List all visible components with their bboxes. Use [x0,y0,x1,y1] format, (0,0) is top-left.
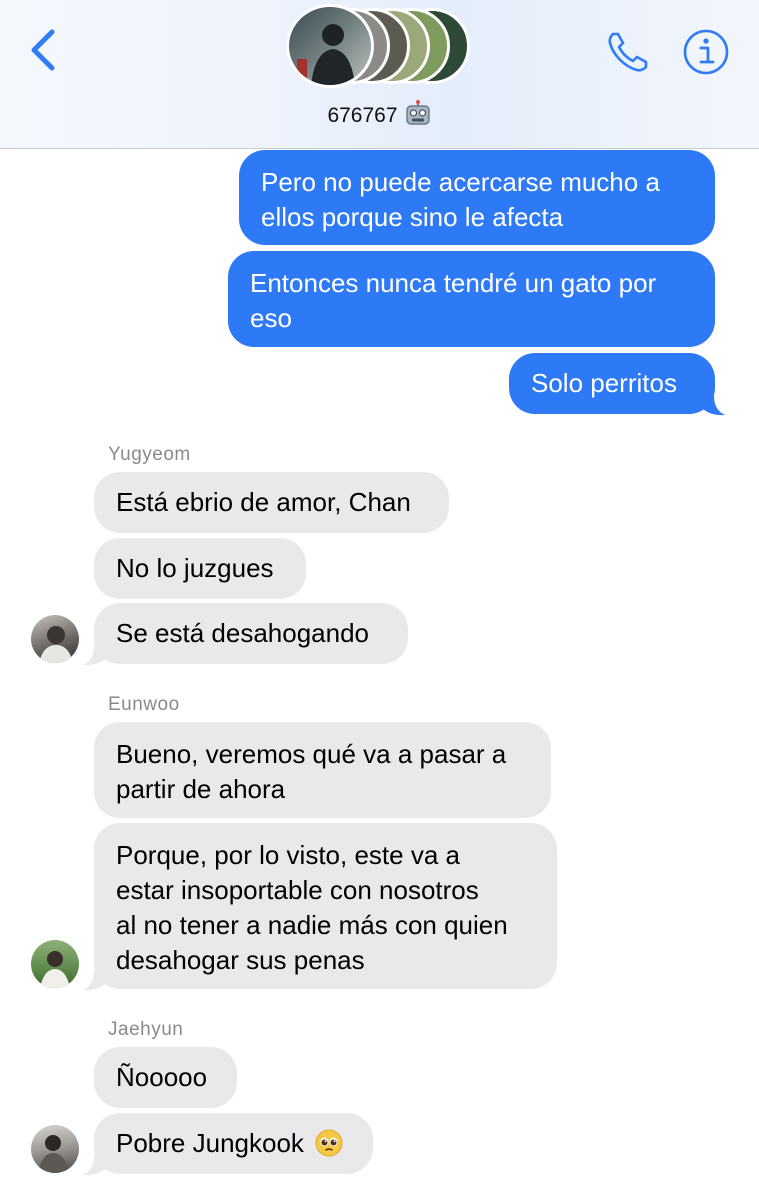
person-photo-icon [40,951,70,988]
avatar[interactable] [31,615,79,663]
avatar [286,4,374,88]
conversation-header: 676767 [0,0,759,149]
outgoing-message[interactable]: Entonces nunca tendré un gato por eso [228,251,715,347]
outgoing-message[interactable]: Pero no puede acercarse mucho a ellos po… [239,150,715,245]
incoming-message[interactable]: Porque, por lo visto, este va a estar in… [94,823,557,989]
outgoing-message[interactable]: Solo perritos [509,353,715,414]
bubble-tail [83,646,106,666]
person-photo-icon [39,626,73,663]
avatar[interactable] [31,1125,79,1173]
phone-icon[interactable] [604,28,652,76]
bubble-tail [83,1156,106,1176]
sender-name: Eunwoo [108,694,180,715]
info-icon[interactable] [682,28,730,76]
sender-name: Jaehyun [108,1019,184,1040]
incoming-message[interactable]: Bueno, veremos qué va a pasar a partir d… [94,722,551,818]
pleading-face-icon [315,1129,343,1157]
incoming-message[interactable]: Pobre Jungkook [94,1113,373,1174]
bubble-tail [83,971,106,991]
sender-name: Yugyeom [108,444,191,465]
incoming-message[interactable]: Ñooooo [94,1047,237,1108]
group-avatar-stack[interactable] [286,4,476,90]
bubble-tail [702,396,725,416]
incoming-message[interactable]: Se está desahogando [94,603,408,664]
conversation-title[interactable]: 676767 [0,100,759,128]
person-photo-icon [297,24,355,85]
person-photo-icon [38,1135,69,1173]
incoming-message[interactable]: No lo juzgues [94,538,306,599]
chevron-left-icon[interactable] [26,26,60,74]
message-text: Pobre Jungkook [116,1128,304,1158]
incoming-message[interactable]: Está ebrio de amor, Chan [94,472,449,533]
avatar[interactable] [31,940,79,988]
robot-face-icon [405,100,430,125]
